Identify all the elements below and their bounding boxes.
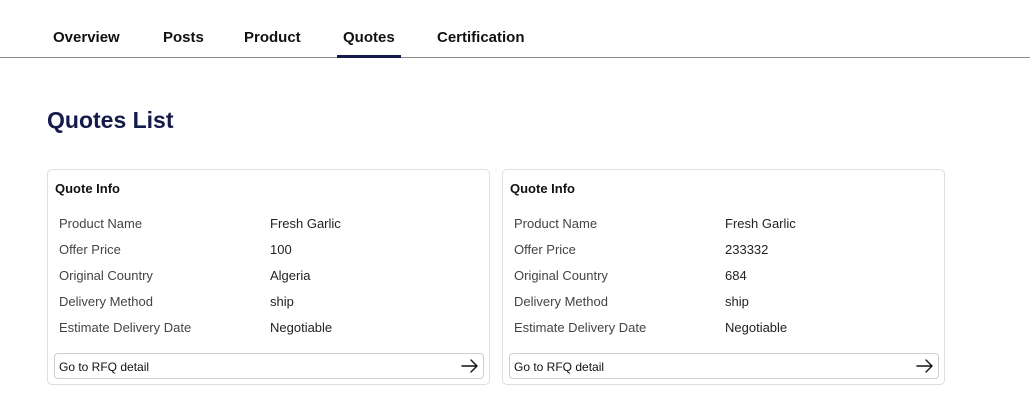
row-label: Estimate Delivery Date [514, 320, 647, 335]
tab-quotes[interactable]: Quotes [337, 29, 401, 58]
row-label: Product Name [514, 216, 598, 231]
rfq-button-label: Go to RFQ detail [59, 360, 150, 374]
row-label: Original Country [514, 268, 608, 283]
row-label: Offer Price [59, 242, 121, 257]
row-value: ship [270, 294, 294, 309]
row-value: ship [725, 294, 749, 309]
page-title: Quotes List [47, 107, 174, 133]
row-value: 684 [725, 268, 747, 283]
tab-bar: Overview Posts Product Quotes Certificat… [0, 0, 1030, 58]
rfq-button-label: Go to RFQ detail [514, 360, 605, 374]
tab-overview[interactable]: Overview [53, 29, 120, 46]
row-value: 233332 [725, 242, 769, 257]
go-to-rfq-detail-button[interactable]: Go to RFQ detail [509, 353, 939, 379]
quote-card-title: Quote Info [510, 181, 575, 196]
row-label: Offer Price [514, 242, 576, 257]
row-value: Fresh Garlic [270, 216, 341, 231]
tab-product[interactable]: Product [244, 29, 301, 46]
row-value: Fresh Garlic [725, 216, 796, 231]
row-label: Product Name [59, 216, 143, 231]
row-value: Negotiable [725, 320, 788, 335]
row-label: Delivery Method [514, 294, 608, 309]
quote-card: Quote Info Product Name Fresh Garlic Off… [502, 169, 945, 385]
row-label: Original Country [59, 268, 153, 283]
go-to-rfq-detail-button[interactable]: Go to RFQ detail [54, 353, 484, 379]
row-value: Negotiable [270, 320, 333, 335]
tab-certification[interactable]: Certification [437, 29, 525, 46]
row-value: 100 [270, 242, 292, 257]
tab-posts[interactable]: Posts [163, 29, 204, 46]
quote-card-title: Quote Info [55, 181, 120, 196]
row-value: Algeria [270, 268, 311, 283]
quote-card: Quote Info Product Name Fresh Garlic Off… [47, 169, 490, 385]
arrow-right-icon [916, 359, 933, 373]
row-label: Estimate Delivery Date [59, 320, 192, 335]
row-label: Delivery Method [59, 294, 153, 309]
arrow-right-icon [461, 359, 478, 373]
